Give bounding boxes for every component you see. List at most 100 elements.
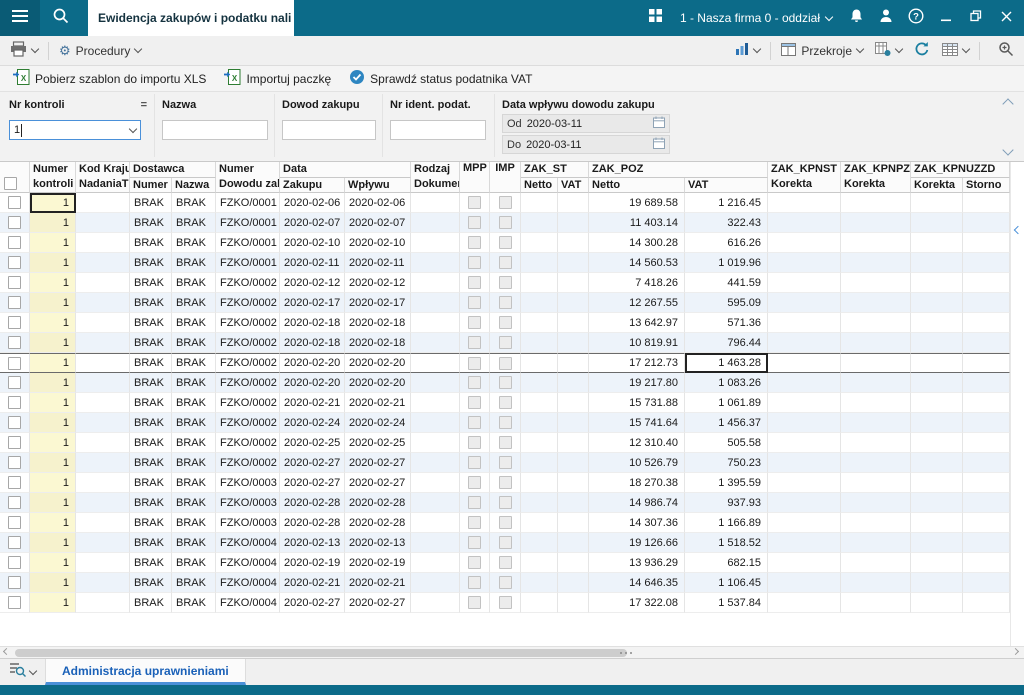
- cell-zakst-netto[interactable]: [521, 453, 558, 473]
- row-select-cell[interactable]: [0, 413, 30, 433]
- cell-zakpoz-netto[interactable]: 14 307.36: [589, 513, 685, 533]
- cell-zakst-vat[interactable]: [558, 313, 589, 333]
- cell-kpnpz-korekta[interactable]: [841, 293, 911, 313]
- cell-dostawca-numer[interactable]: BRAK: [130, 253, 172, 273]
- table-row[interactable]: 1 BRAK BRAK FZKO/0004 2020-02-21 2020-02…: [0, 573, 1010, 593]
- imp-checkbox[interactable]: [499, 596, 512, 609]
- cell-zakst-vat[interactable]: [558, 393, 589, 413]
- cell-kpnpz-korekta[interactable]: [841, 433, 911, 453]
- row-checkbox[interactable]: [8, 496, 21, 509]
- przekroje-button[interactable]: Przekroje: [775, 39, 869, 63]
- cell-dostawca-numer[interactable]: BRAK: [130, 353, 172, 373]
- cell-kpnuzzd-storno[interactable]: [963, 373, 1010, 393]
- cell-kod-kraju[interactable]: [76, 593, 130, 613]
- cell-kpnst-korekta[interactable]: [768, 333, 841, 353]
- cell-zakst-vat[interactable]: [558, 233, 589, 253]
- cell-kpnst-korekta[interactable]: [768, 233, 841, 253]
- table-row[interactable]: 1 BRAK BRAK FZKO/0001 2020-02-10 2020-02…: [0, 233, 1010, 253]
- cell-numer-dowodu[interactable]: FZKO/0004: [216, 573, 280, 593]
- cell-dostawca-nazwa[interactable]: BRAK: [172, 373, 216, 393]
- col-group-zak-poz[interactable]: ZAK_POZ: [589, 162, 768, 178]
- cell-zakst-vat[interactable]: [558, 533, 589, 553]
- cell-zakst-netto[interactable]: [521, 233, 558, 253]
- cell-kpnuzzd-korekta[interactable]: [911, 533, 963, 553]
- table-row[interactable]: 1 BRAK BRAK FZKO/0002 2020-02-20 2020-02…: [0, 353, 1010, 373]
- cell-dostawca-numer[interactable]: BRAK: [130, 493, 172, 513]
- cell-data-wplywu[interactable]: 2020-02-27: [345, 453, 411, 473]
- cell-kod-kraju[interactable]: [76, 393, 130, 413]
- cell-kpnuzzd-storno[interactable]: [963, 433, 1010, 453]
- row-checkbox[interactable]: [8, 596, 21, 609]
- cell-kpnuzzd-korekta[interactable]: [911, 293, 963, 313]
- cell-zakpoz-netto[interactable]: 11 403.14: [589, 213, 685, 233]
- cell-zakpoz-netto[interactable]: 7 418.26: [589, 273, 685, 293]
- cell-dostawca-nazwa[interactable]: BRAK: [172, 293, 216, 313]
- cell-imp[interactable]: [490, 573, 521, 593]
- row-checkbox[interactable]: [8, 556, 21, 569]
- cell-kod-kraju[interactable]: [76, 273, 130, 293]
- cell-dostawca-numer[interactable]: BRAK: [130, 213, 172, 233]
- cell-rodzaj-dokumentu[interactable]: [411, 353, 460, 373]
- cell-numer-dowodu[interactable]: FZKO/0002: [216, 353, 280, 373]
- cell-mpp[interactable]: [460, 453, 490, 473]
- cell-zakpoz-vat[interactable]: 1 166.89: [685, 513, 768, 533]
- cell-kpnuzzd-storno[interactable]: [963, 553, 1010, 573]
- imp-checkbox[interactable]: [499, 236, 512, 249]
- cell-kpnuzzd-korekta[interactable]: [911, 273, 963, 293]
- cell-kpnpz-korekta[interactable]: [841, 573, 911, 593]
- cell-mpp[interactable]: [460, 233, 490, 253]
- minimize-button[interactable]: [932, 0, 960, 36]
- cell-kpnuzzd-storno[interactable]: [963, 313, 1010, 333]
- cell-dostawca-nazwa[interactable]: BRAK: [172, 273, 216, 293]
- cell-data-wplywu[interactable]: 2020-02-07: [345, 213, 411, 233]
- mpp-checkbox[interactable]: [468, 396, 481, 409]
- cell-numer-kontroli[interactable]: 1: [30, 593, 76, 613]
- cell-dostawca-nazwa[interactable]: BRAK: [172, 513, 216, 533]
- cell-numer-kontroli[interactable]: 1: [30, 353, 76, 373]
- download-xls-template-button[interactable]: X Pobierz szablon do importu XLS: [4, 68, 215, 90]
- cell-data-zakupu[interactable]: 2020-02-27: [280, 453, 345, 473]
- cell-kpnst-korekta[interactable]: [768, 273, 841, 293]
- cell-zakpoz-vat[interactable]: 1 395.59: [685, 473, 768, 493]
- table-row[interactable]: 1 BRAK BRAK FZKO/0001 2020-02-11 2020-02…: [0, 253, 1010, 273]
- col-rodzaj-dokumentu[interactable]: Rodzaj Dokumentu: [411, 162, 460, 193]
- cell-zakst-netto[interactable]: [521, 333, 558, 353]
- cell-zakst-vat[interactable]: [558, 493, 589, 513]
- row-checkbox[interactable]: [8, 416, 21, 429]
- cell-kod-kraju[interactable]: [76, 373, 130, 393]
- cell-numer-kontroli[interactable]: 1: [30, 393, 76, 413]
- table-row[interactable]: 1 BRAK BRAK FZKO/0002 2020-02-18 2020-02…: [0, 333, 1010, 353]
- header-select-all[interactable]: [0, 162, 30, 193]
- cell-dostawca-numer[interactable]: BRAK: [130, 293, 172, 313]
- table-row[interactable]: 1 BRAK BRAK FZKO/0002 2020-02-24 2020-02…: [0, 413, 1010, 433]
- cell-kpnuzzd-korekta[interactable]: [911, 333, 963, 353]
- cell-zakst-netto[interactable]: [521, 213, 558, 233]
- cell-rodzaj-dokumentu[interactable]: [411, 333, 460, 353]
- cell-zakpoz-netto[interactable]: 10 819.91: [589, 333, 685, 353]
- cell-imp[interactable]: [490, 553, 521, 573]
- cell-kpnpz-korekta[interactable]: [841, 493, 911, 513]
- scroll-left-button[interactable]: [0, 647, 13, 659]
- cell-kpnuzzd-korekta[interactable]: [911, 453, 963, 473]
- cell-kpnpz-korekta[interactable]: [841, 533, 911, 553]
- cell-data-zakupu[interactable]: 2020-02-13: [280, 533, 345, 553]
- mpp-checkbox[interactable]: [468, 256, 481, 269]
- tab-administracja-uprawnieniami[interactable]: Administracja uprawnieniami: [45, 659, 246, 685]
- cell-kpnuzzd-storno[interactable]: [963, 533, 1010, 553]
- cell-zakst-vat[interactable]: [558, 353, 589, 373]
- row-checkbox[interactable]: [8, 276, 21, 289]
- cell-zakpoz-netto[interactable]: 14 646.35: [589, 573, 685, 593]
- cell-numer-dowodu[interactable]: FZKO/0001: [216, 193, 280, 213]
- imp-checkbox[interactable]: [499, 576, 512, 589]
- cell-zakst-netto[interactable]: [521, 273, 558, 293]
- cell-zakpoz-vat[interactable]: 571.36: [685, 313, 768, 333]
- subcol-kpnuzzd-korekta[interactable]: Korekta: [911, 178, 963, 193]
- print-button[interactable]: [4, 39, 44, 63]
- cell-dostawca-numer[interactable]: BRAK: [130, 413, 172, 433]
- cell-dostawca-numer[interactable]: BRAK: [130, 533, 172, 553]
- col-group-dostawca[interactable]: Dostawca: [130, 162, 216, 178]
- cell-data-zakupu[interactable]: 2020-02-10: [280, 233, 345, 253]
- cell-dostawca-numer[interactable]: BRAK: [130, 453, 172, 473]
- hamburger-menu-button[interactable]: [0, 0, 40, 36]
- cell-rodzaj-dokumentu[interactable]: [411, 193, 460, 213]
